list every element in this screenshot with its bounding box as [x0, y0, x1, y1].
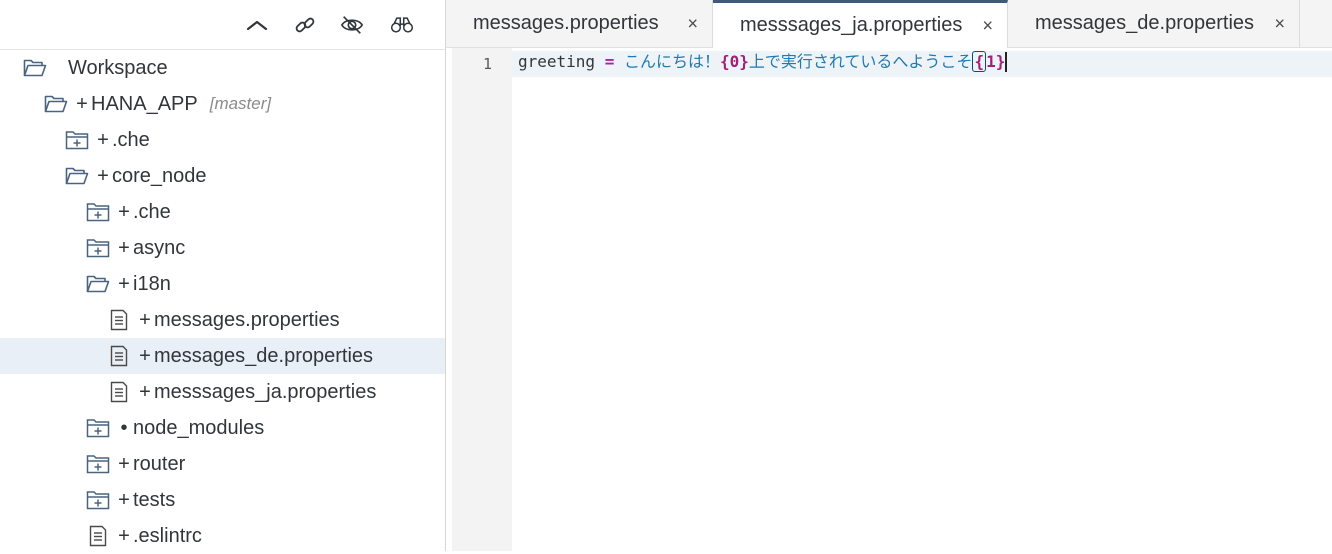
- tree-item[interactable]: + async: [0, 230, 445, 266]
- tab-messsages-ja-properties[interactable]: messsages_ja.properties ×: [713, 0, 1008, 48]
- tree-item-label: async: [133, 236, 186, 259]
- tree-item-label: Workspace: [68, 56, 168, 79]
- tree-item[interactable]: Workspace: [0, 50, 445, 86]
- tab-label: messsages_ja.properties: [740, 14, 963, 36]
- tree-item-label: HANA_APP: [91, 92, 198, 115]
- git-branch-label: [master]: [209, 94, 272, 113]
- git-status-icon: +: [139, 308, 151, 331]
- editor-tabbar: messages.properties × messsages_ja.prope…: [446, 0, 1332, 48]
- tree-item[interactable]: + router: [0, 446, 445, 482]
- editor-area: messages.properties × messsages_ja.prope…: [446, 0, 1332, 551]
- git-status-icon: +: [97, 164, 109, 187]
- matched-brace: {: [972, 51, 987, 72]
- binoculars-icon[interactable]: [390, 13, 414, 37]
- project-explorer: Workspace + HANA_APP [master] + .che + core_nod…: [0, 0, 446, 551]
- git-status-icon: +: [97, 128, 109, 151]
- property-key: greeting: [518, 52, 596, 71]
- text-cursor: [1005, 52, 1007, 72]
- folder-closed-icon: [85, 417, 111, 439]
- explorer-toolbar: [0, 0, 445, 50]
- tab-label: messages_de.properties: [1035, 12, 1255, 34]
- equals-operator: =: [604, 52, 615, 71]
- property-value-text-2: 上で実行されているへようこそ: [748, 52, 973, 71]
- folder-closed-icon: [64, 129, 90, 151]
- git-status-icon: +: [118, 236, 130, 259]
- tree-item[interactable]: + messages.properties: [0, 302, 445, 338]
- code-editor[interactable]: greeting = こんにちは！{0}上で実行されているへようこそ{1}: [512, 48, 1332, 551]
- tree-item[interactable]: + core_node: [0, 158, 445, 194]
- line-number: 1: [482, 55, 492, 73]
- tree-item[interactable]: + tests: [0, 482, 445, 518]
- tree-item[interactable]: + HANA_APP [master]: [0, 86, 445, 122]
- tree-item[interactable]: + .eslintrc: [0, 518, 445, 554]
- tree-item[interactable]: + messsages_ja.properties: [0, 374, 445, 410]
- line-gutter: 1: [452, 48, 512, 551]
- file-icon: [85, 525, 111, 547]
- tree-item-label: messsages_ja.properties: [154, 380, 377, 403]
- property-value-text: こんにちは！: [623, 52, 720, 71]
- tree-item-label: messages.properties: [154, 308, 340, 331]
- folder-open-icon: [64, 165, 90, 187]
- git-status-icon: +: [118, 488, 130, 511]
- tab-label: messages.properties: [473, 12, 659, 34]
- file-icon: [106, 345, 132, 367]
- tab-messages-de-properties[interactable]: messages_de.properties ×: [1008, 0, 1300, 47]
- tree-item-label: node_modules: [133, 416, 265, 439]
- close-icon[interactable]: ×: [687, 13, 698, 34]
- code-line-1[interactable]: greeting = こんにちは！{0}上で実行されているへようこそ{1}: [518, 51, 1007, 72]
- git-status-icon: +: [118, 200, 130, 223]
- tree-item-label: .eslintrc: [133, 524, 202, 547]
- file-icon: [106, 309, 132, 331]
- folder-open-icon: [22, 57, 48, 79]
- tree-item-label: tests: [133, 488, 176, 511]
- tree-item-label: core_node: [112, 164, 207, 187]
- git-status-icon: +: [118, 452, 130, 475]
- hide-icon[interactable]: [340, 13, 364, 37]
- folder-closed-icon: [85, 453, 111, 475]
- git-status-icon: +: [76, 92, 88, 115]
- folder-closed-icon: [85, 489, 111, 511]
- folder-closed-icon: [85, 237, 111, 259]
- git-status-icon: •: [120, 416, 128, 439]
- git-status-icon: +: [118, 272, 130, 295]
- tree-item-label: router: [133, 452, 186, 475]
- collapse-icon[interactable]: [245, 13, 269, 37]
- placeholder-0: {0}: [720, 52, 749, 71]
- close-icon[interactable]: ×: [1274, 13, 1285, 34]
- git-status-icon: +: [118, 524, 130, 547]
- tree-item[interactable]: + .che: [0, 122, 445, 158]
- git-status-icon: +: [139, 380, 151, 403]
- tree-item-label: .che: [133, 200, 171, 223]
- close-icon[interactable]: ×: [982, 15, 993, 36]
- folder-open-icon: [43, 93, 69, 115]
- file-icon: [106, 381, 132, 403]
- tree-item-label: messages_de.properties: [154, 344, 374, 367]
- folder-closed-icon: [85, 201, 111, 223]
- tree-item-label: .che: [112, 128, 150, 151]
- folder-open-icon: [85, 273, 111, 295]
- tree-item-label: i18n: [133, 272, 171, 295]
- tree-item[interactable]: + messages_de.properties: [0, 338, 445, 374]
- tab-messages-properties[interactable]: messages.properties ×: [446, 0, 713, 47]
- link-icon[interactable]: [293, 13, 317, 37]
- placeholder-1: 1}: [986, 52, 1006, 71]
- tree-item[interactable]: • node_modules: [0, 410, 445, 446]
- tree-item[interactable]: + i18n: [0, 266, 445, 302]
- tree-item[interactable]: + .che: [0, 194, 445, 230]
- git-status-icon: +: [139, 344, 151, 367]
